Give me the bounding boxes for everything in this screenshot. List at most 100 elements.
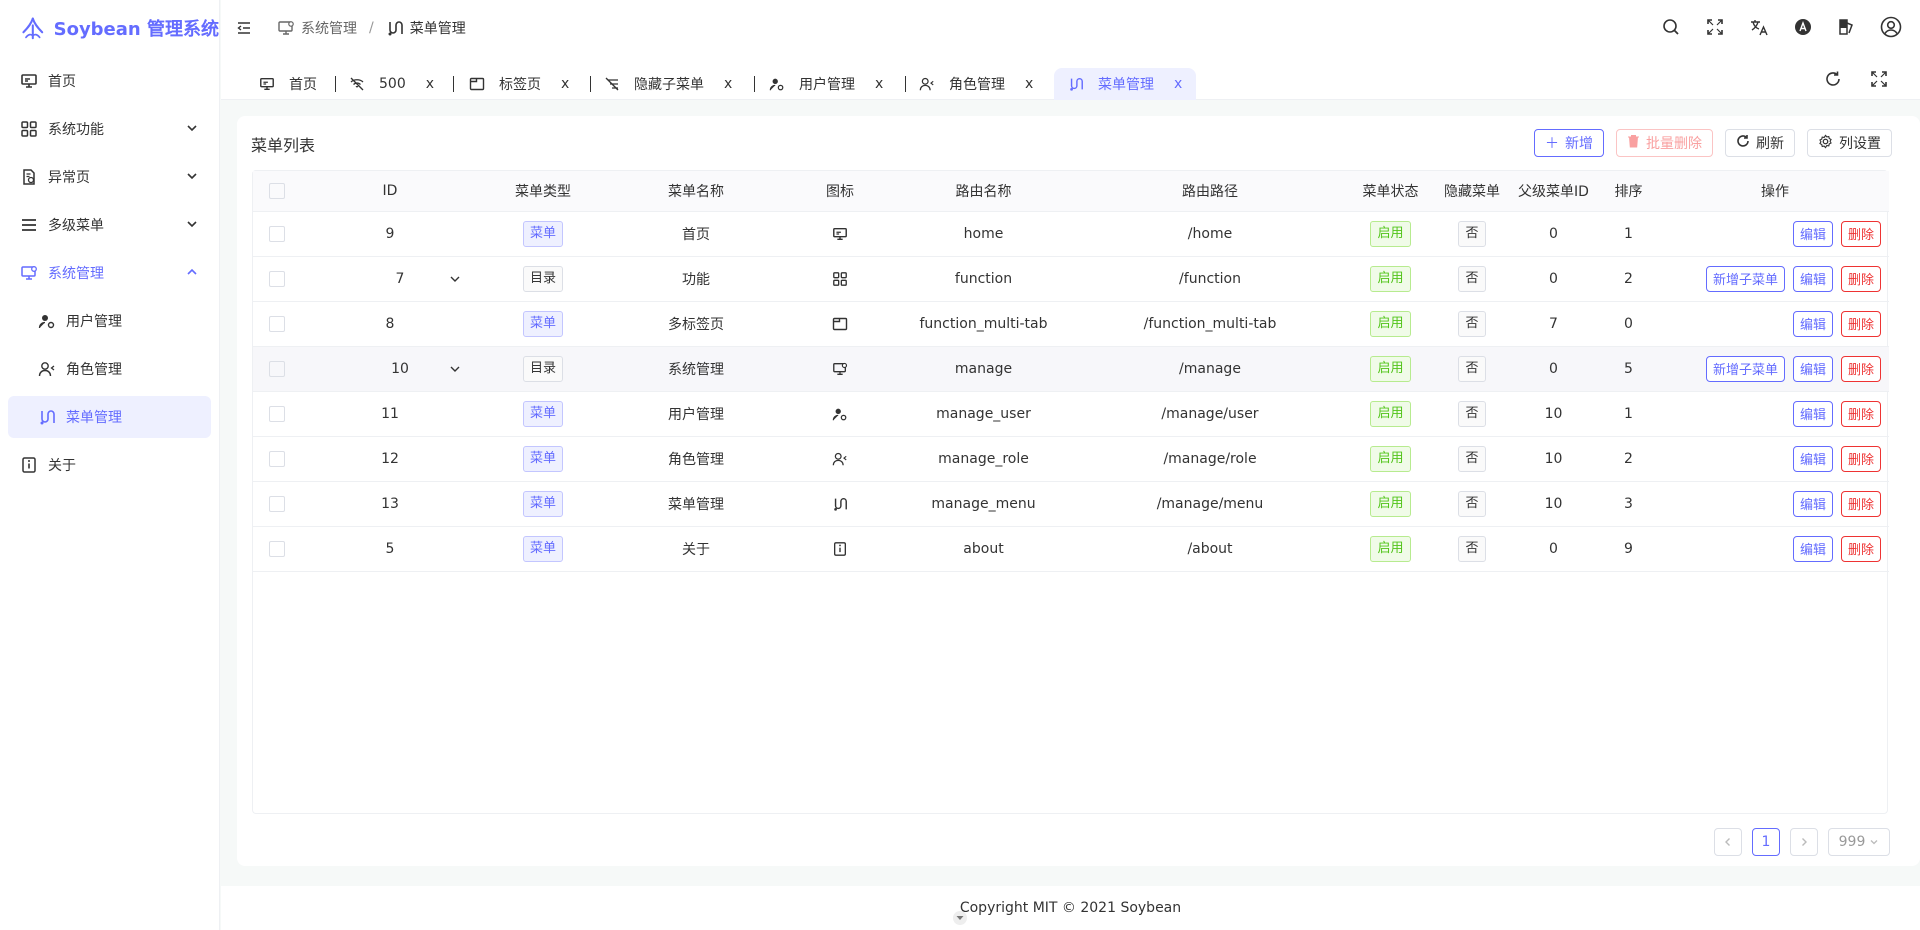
close-icon[interactable]: x bbox=[1025, 76, 1033, 92]
theme-config-icon[interactable] bbox=[1836, 16, 1858, 38]
table-row[interactable]: 7 目录 功能 function/function 启用否 0 2 新增子菜单 编辑 删除 bbox=[253, 256, 1889, 302]
cell-name: 首页 bbox=[607, 211, 785, 257]
tab-multi-tab[interactable]: 标签页 x bbox=[469, 68, 569, 100]
cell-route-name: about bbox=[895, 526, 1072, 572]
cell-parent-id: 7 bbox=[1511, 301, 1596, 347]
close-icon[interactable]: x bbox=[875, 76, 883, 92]
breadcrumb-item-manage[interactable]: 系统管理 bbox=[277, 18, 357, 38]
row-checkbox[interactable] bbox=[253, 256, 301, 302]
row-checkbox[interactable] bbox=[253, 436, 301, 482]
close-icon[interactable]: x bbox=[561, 76, 569, 92]
row-checkbox[interactable] bbox=[253, 301, 301, 347]
table-row[interactable]: 11 菜单 用户管理 manage_user/manage/user 启用否 10 1 编辑删… bbox=[253, 391, 1889, 437]
tab-role-manage[interactable]: 角色管理 x bbox=[919, 68, 1033, 100]
delete-button[interactable]: 删除 bbox=[1840, 265, 1881, 292]
row-checkbox[interactable] bbox=[253, 481, 301, 527]
batch-delete-button[interactable]: 批量删除 bbox=[1616, 129, 1713, 157]
table-header: ID 菜单类型 菜单名称 图标 路由名称 路由路径 菜单状态 隐藏菜单 父级菜单… bbox=[253, 171, 1889, 212]
delete-button[interactable]: 删除 bbox=[1840, 220, 1881, 247]
sidebar-item-exception[interactable]: 异常页 bbox=[8, 156, 211, 198]
table-row[interactable]: 13 菜单 菜单管理 manage_menu/manage/menu 启用否 10 3 编辑删… bbox=[253, 481, 1889, 527]
hidden-badge: 否 bbox=[1458, 535, 1486, 562]
close-icon[interactable]: x bbox=[1174, 76, 1182, 92]
delete-button[interactable]: 删除 bbox=[1840, 400, 1881, 427]
sidebar-item-multi-menu[interactable]: 多级菜单 bbox=[8, 204, 211, 246]
edit-button[interactable]: 编辑 bbox=[1792, 445, 1833, 472]
user-role-icon bbox=[832, 451, 848, 467]
tab-home[interactable]: 首页 bbox=[259, 68, 317, 100]
cell-parent-id: 10 bbox=[1511, 481, 1596, 527]
id-value: 7 bbox=[395, 270, 405, 287]
sidebar-item-function[interactable]: 系统功能 bbox=[8, 108, 211, 150]
row-checkbox[interactable] bbox=[253, 526, 301, 572]
cell-ops: 编辑 删除 bbox=[1661, 301, 1889, 347]
cell-route-path: /manage/menu bbox=[1072, 481, 1348, 527]
add-submenu-button[interactable]: 新增子菜单 bbox=[1705, 265, 1785, 292]
add-submenu-button[interactable]: 新增子菜单 bbox=[1705, 355, 1785, 382]
refresh-button[interactable]: 刷新 bbox=[1725, 129, 1795, 157]
row-checkbox[interactable] bbox=[253, 391, 301, 437]
next-page-button[interactable] bbox=[1790, 828, 1818, 856]
tab-user-manage[interactable]: 用户管理 x bbox=[769, 68, 883, 100]
table-row[interactable]: 10 目录 系统管理 manage/manage 启用否 0 5 新增子菜单 编辑 删除 bbox=[253, 346, 1889, 392]
close-icon[interactable]: x bbox=[724, 76, 732, 92]
edit-button[interactable]: 编辑 bbox=[1792, 355, 1833, 382]
wifi-off-icon bbox=[349, 76, 365, 92]
theme-mode-icon[interactable] bbox=[1792, 16, 1814, 38]
scroll-down-icon[interactable] bbox=[952, 910, 968, 926]
id-value: 8 bbox=[385, 315, 395, 332]
close-icon[interactable]: x bbox=[426, 76, 434, 92]
logo[interactable]: Soybean 管理系统 bbox=[0, 0, 219, 56]
sidebar-item-about[interactable]: 关于 bbox=[8, 444, 211, 486]
tab-500[interactable]: 500 x bbox=[349, 68, 434, 100]
status-badge: 启用 bbox=[1370, 400, 1411, 427]
table-row[interactable]: 5 菜单 关于 about/about 启用否 0 9 编辑 删除 bbox=[253, 526, 1889, 572]
menu-fold-icon[interactable] bbox=[235, 19, 253, 37]
select-all-checkbox[interactable] bbox=[253, 171, 301, 212]
breadcrumb-item-menu[interactable]: 菜单管理 bbox=[386, 18, 466, 38]
edit-button[interactable]: 编辑 bbox=[1792, 535, 1833, 562]
edit-button[interactable]: 编辑 bbox=[1792, 400, 1833, 427]
fullscreen-icon[interactable] bbox=[1704, 16, 1726, 38]
delete-button[interactable]: 删除 bbox=[1840, 355, 1881, 382]
user-avatar-icon[interactable] bbox=[1880, 16, 1902, 38]
cell-parent-id: 0 bbox=[1511, 526, 1596, 572]
prev-page-button[interactable] bbox=[1714, 828, 1742, 856]
page-number[interactable]: 1 bbox=[1752, 828, 1780, 856]
fullscreen-icon[interactable] bbox=[1870, 70, 1888, 88]
expand-row-icon[interactable] bbox=[449, 273, 461, 285]
row-checkbox[interactable] bbox=[253, 211, 301, 257]
delete-button[interactable]: 删除 bbox=[1840, 310, 1881, 337]
tab-menu-manage[interactable]: 菜单管理 x bbox=[1054, 68, 1197, 100]
edit-button[interactable]: 编辑 bbox=[1792, 220, 1833, 247]
info-icon bbox=[832, 541, 848, 557]
delete-button[interactable]: 删除 bbox=[1840, 490, 1881, 517]
sidebar-item-user-manage[interactable]: 用户管理 bbox=[8, 300, 211, 342]
cell-icon bbox=[785, 526, 895, 572]
delete-button[interactable]: 删除 bbox=[1840, 535, 1881, 562]
row-checkbox[interactable] bbox=[253, 346, 301, 392]
edit-button[interactable]: 编辑 bbox=[1792, 265, 1833, 292]
sidebar-item-manage[interactable]: 系统管理 bbox=[8, 252, 211, 294]
delete-button[interactable]: 删除 bbox=[1840, 445, 1881, 472]
list-icon bbox=[20, 216, 38, 234]
edit-button[interactable]: 编辑 bbox=[1792, 490, 1833, 517]
edit-button[interactable]: 编辑 bbox=[1792, 310, 1833, 337]
sidebar-item-menu-manage[interactable]: 菜单管理 bbox=[8, 396, 211, 438]
search-icon[interactable] bbox=[1660, 16, 1682, 38]
page-size-select[interactable]: 999 bbox=[1828, 828, 1890, 856]
expand-row-icon[interactable] bbox=[449, 363, 461, 375]
table-row[interactable]: 8 菜单 多标签页 function_multi-tab/function_multi… bbox=[253, 301, 1889, 347]
sidebar-item-role-manage[interactable]: 角色管理 bbox=[8, 348, 211, 390]
sidebar-item-home[interactable]: 首页 bbox=[8, 60, 211, 102]
cell-route-name: manage_menu bbox=[895, 481, 1072, 527]
table-row[interactable]: 9 菜单 首页 home/home 启用否 0 1 编辑 删除 bbox=[253, 211, 1889, 257]
column-settings-button[interactable]: 列设置 bbox=[1807, 129, 1892, 157]
cell-hidden: 否 bbox=[1433, 526, 1511, 572]
copyright-text: Copyright MIT © 2021 Soybean bbox=[959, 900, 1182, 916]
reload-icon[interactable] bbox=[1824, 70, 1842, 88]
tab-hidden-menu[interactable]: 隐藏子菜单 x bbox=[604, 68, 732, 100]
table-row[interactable]: 12 菜单 角色管理 manage_role/manage/role 启用否 10 2 编辑删… bbox=[253, 436, 1889, 482]
add-button[interactable]: ＋ 新增 bbox=[1534, 129, 1604, 157]
translate-icon[interactable] bbox=[1748, 16, 1770, 38]
